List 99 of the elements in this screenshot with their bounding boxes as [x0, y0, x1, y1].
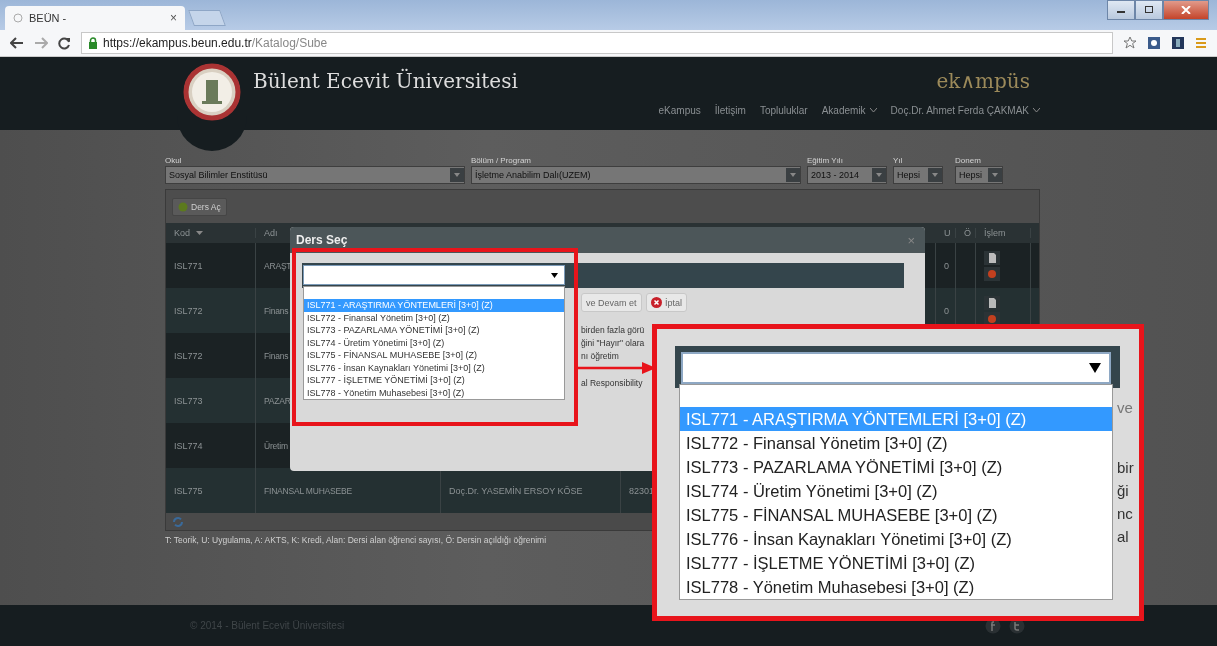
table-cell: 82301	[629, 485, 655, 496]
reload-icon[interactable]	[58, 36, 71, 50]
nav-link[interactable]: İletişim	[714, 105, 746, 116]
table-cell: Doç.Dr. YASEMİN ERSOY KÖSE	[449, 485, 583, 496]
table-cell: Finans	[264, 350, 289, 361]
table-cell: ISL772	[174, 305, 203, 316]
dialog-text: birden fazla görü	[581, 325, 645, 335]
nav-link[interactable]: eKampus	[658, 105, 701, 116]
close-tab-button[interactable]: ×	[170, 11, 177, 25]
table-cell: ISL772	[174, 350, 203, 361]
filter-label: Yıl	[893, 156, 904, 166]
dialog-text: ğini "Hayır" olara	[581, 338, 645, 348]
course-select[interactable]	[303, 265, 565, 285]
table-cell: Finans	[264, 305, 289, 316]
maximize-button[interactable]	[1135, 0, 1163, 20]
close-circle-icon	[651, 297, 662, 308]
document-icon[interactable]	[984, 295, 1000, 310]
site-title: Bülent Ecevit Üniversitesi	[253, 69, 518, 93]
maximize-icon	[1144, 6, 1154, 14]
add-course-button[interactable]: Ders Aç	[172, 197, 227, 216]
dialog-text: al Responsibility	[581, 378, 644, 388]
nav-link[interactable]: Akademik	[821, 105, 877, 116]
address-field[interactable]: https://ekampus.beun.edu.tr/Katalog/Sube	[81, 32, 1113, 54]
dropdown-option[interactable]: ISL777 - İŞLETME YÖNETİMİ [3+0] (Z)	[680, 551, 1112, 575]
table-cell: FINANSAL MUHASEBE	[264, 485, 352, 496]
filter-label: Eğitim Yılı	[807, 156, 844, 166]
table-cell: ARAŞT	[264, 260, 292, 271]
table-cell: Üretim	[264, 440, 288, 451]
dropdown-option[interactable]: ISL776 - İnsan Kaynakları Yönetimi [3+0] (Z)	[680, 527, 1112, 551]
filter-select[interactable]: Hepsi	[893, 166, 943, 184]
dropdown-option[interactable]: ISL775 - FİNANSAL MUHASEBE [3+0] (Z)	[680, 503, 1112, 527]
university-seal-icon	[183, 63, 241, 121]
url-text: https://ekampus.beun.edu.tr/Katalog/Sube	[103, 36, 328, 50]
nav-link[interactable]: Topluluklar	[759, 105, 808, 116]
brand-logo: ek∧mpüs	[936, 69, 1030, 93]
course-select[interactable]	[681, 352, 1111, 384]
continue-button[interactable]: ve Devam et	[581, 293, 642, 312]
tab-title: BEÜN -	[29, 12, 68, 24]
filter-select[interactable]: Sosyal Bilimler Enstitüsü	[165, 166, 465, 184]
column-header[interactable]: Adı	[264, 228, 278, 238]
table-cell: ISL771	[174, 260, 203, 271]
legend-text: T: Teorik, U: Uygulama, A: AKTS, K: Kredi, Alan: Dersi alan öğrenci sayısı, Ö: Dersin açıldığı öğrenimi	[165, 535, 547, 545]
lock-icon	[88, 37, 98, 49]
dialog-text: ği	[1117, 482, 1129, 499]
column-header[interactable]: U	[944, 228, 951, 238]
filter-label: Bölüm / Program	[471, 156, 533, 166]
filter-select[interactable]: İşletme Anabilim Dalı(UZEM)	[471, 166, 801, 184]
dropdown-option[interactable]: ISL775 - FİNANSAL MUHASEBE [3+0] (Z)	[304, 349, 564, 362]
plus-circle-icon	[178, 201, 188, 212]
dialog-text: ve	[1117, 399, 1133, 416]
dialog-text: nc	[1117, 505, 1133, 522]
dialog-text: bir	[1117, 459, 1134, 476]
delete-icon[interactable]	[984, 311, 1000, 326]
dropdown-option[interactable]: ISL773 - PAZARLAMA YÖNETİMİ [3+0] (Z)	[680, 455, 1112, 479]
dropdown-option[interactable]: ISL776 - İnsan Kaynakları Yönetimi [3+0] (Z)	[304, 361, 564, 374]
document-icon[interactable]	[984, 250, 1000, 265]
dropdown-option[interactable]: ISL773 - PAZARLAMA YÖNETİMİ [3+0] (Z)	[304, 324, 564, 337]
dropdown-option[interactable]: ISL771 - ARAŞTIRMA YÖNTEMLERİ [3+0] (Z)	[304, 299, 564, 312]
dialog-title: Ders Seç	[296, 233, 348, 247]
page-icon	[13, 13, 23, 23]
table-cell: PAZAR	[264, 395, 291, 406]
dropdown-option[interactable]: ISL772 - Finansal Yönetim [3+0] (Z)	[304, 311, 564, 324]
dropdown-option[interactable]: ISL778 - Yönetim Muhasebesi [3+0] (Z)	[304, 386, 564, 399]
cancel-button[interactable]: İptal	[646, 293, 687, 312]
dropdown-option[interactable]: ISL771 - ARAŞTIRMA YÖNTEMLERİ [3+0] (Z)	[680, 407, 1112, 431]
caret-icon	[1033, 108, 1040, 113]
dropdown-arrow-icon	[1089, 363, 1101, 373]
table-cell: ISL773	[174, 395, 203, 406]
dropdown-option[interactable]: ISL774 - Üretim Yönetimi [3+0] (Z)	[304, 336, 564, 349]
dialog-text: al	[1117, 528, 1129, 545]
browser-tab[interactable]: BEÜN - ×	[5, 6, 185, 30]
back-icon[interactable]	[10, 37, 24, 49]
filter-select[interactable]: 2013 - 2014	[807, 166, 887, 184]
caret-icon	[869, 108, 877, 113]
minimize-button[interactable]	[1107, 0, 1135, 20]
close-button[interactable]	[1163, 0, 1209, 20]
filter-label: Okul	[165, 156, 183, 166]
filter-select[interactable]: Hepsi	[955, 166, 1003, 184]
table-cell: ISL774	[174, 440, 203, 451]
star-icon[interactable]	[1123, 36, 1137, 50]
forward-icon[interactable]	[34, 37, 48, 49]
dropdown-option[interactable]: ISL774 - Üretim Yönetimi [3+0] (Z)	[680, 479, 1112, 503]
filter-label: Donem	[955, 156, 982, 166]
column-header[interactable]: İşlem	[984, 228, 1006, 238]
extension-icon[interactable]	[1147, 36, 1161, 50]
table-cell: 0	[944, 260, 949, 271]
dropdown-option[interactable]: ISL777 - İŞLETME YÖNETİMİ [3+0] (Z)	[304, 374, 564, 387]
extension-icon[interactable]	[1171, 36, 1185, 50]
table-cell: ISL775	[174, 485, 203, 496]
column-header[interactable]: Ö	[964, 228, 971, 238]
close-icon	[1181, 6, 1191, 14]
nav-link[interactable]: Doç.Dr. Ahmet Ferda ÇAKMAK	[890, 105, 1040, 116]
dropdown-arrow-icon	[551, 272, 558, 278]
dropdown-option[interactable]: ISL772 - Finansal Yönetim [3+0] (Z)	[680, 431, 1112, 455]
dropdown-option[interactable]: ISL778 - Yönetim Muhasebesi [3+0] (Z)	[680, 575, 1112, 599]
dialog-text: nı öğretim	[581, 351, 620, 361]
column-header[interactable]: Kod	[174, 228, 190, 238]
table-cell: 0	[944, 305, 949, 316]
menu-icon[interactable]	[1195, 37, 1207, 49]
